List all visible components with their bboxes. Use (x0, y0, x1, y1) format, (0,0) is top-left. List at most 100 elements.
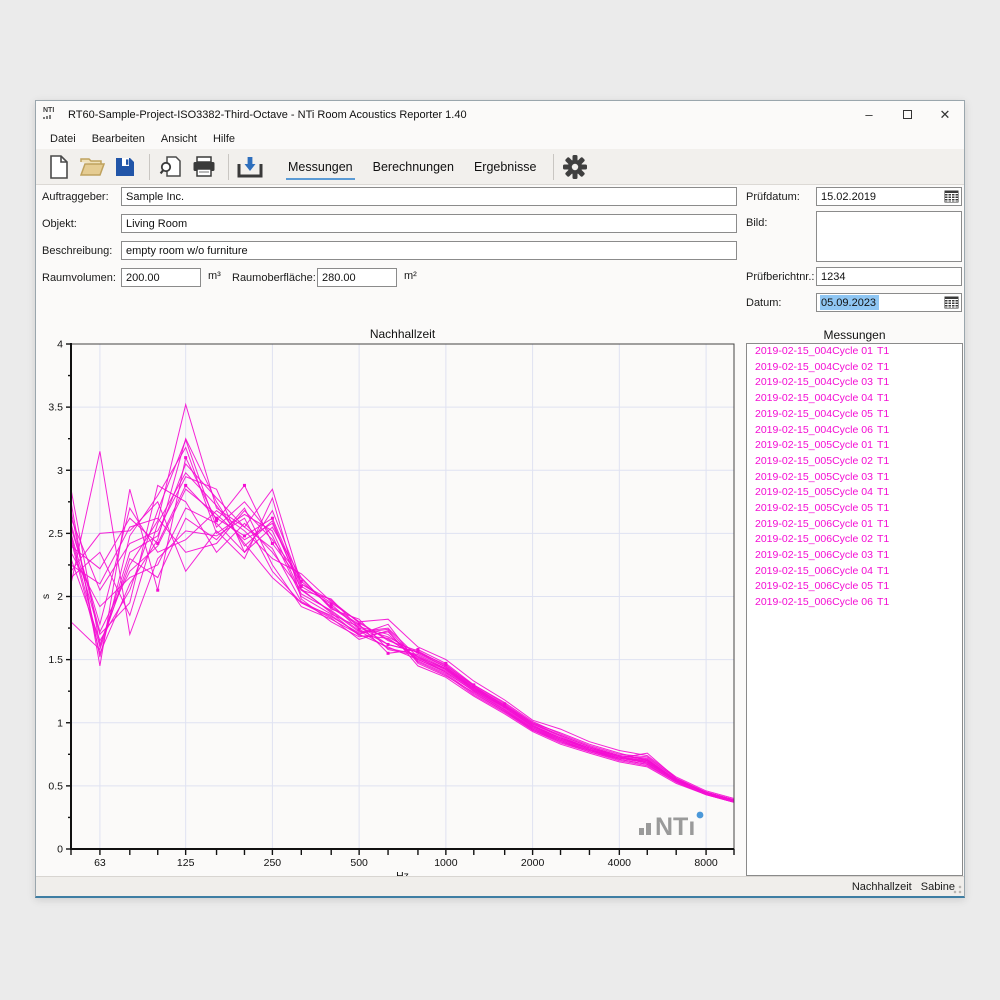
raumoberflaeche-label: Raumoberfläche: (232, 269, 316, 287)
measurement-item[interactable]: 2019-02-15_006Cycle 02T1 (747, 532, 962, 548)
rt60-chart[interactable]: Nachhallzeit00.511.522.533.5463125250500… (41, 327, 741, 881)
measurement-name: 2019-02-15_005Cycle 04 (755, 486, 877, 500)
objekt-input[interactable] (121, 214, 737, 233)
new-document-button[interactable] (44, 152, 74, 182)
beschreibung-input[interactable] (121, 241, 737, 260)
measurement-tag: T1 (877, 486, 889, 500)
measurement-name: 2019-02-15_005Cycle 03 (755, 471, 877, 485)
chart-canvas: Nachhallzeit00.511.522.533.5463125250500… (41, 327, 741, 881)
pruefdatum-calendar-button[interactable] (942, 189, 960, 204)
calendar-icon (944, 296, 959, 309)
svg-text:1000: 1000 (434, 857, 458, 869)
measurement-tag: T1 (877, 392, 889, 406)
svg-text:s: s (41, 594, 52, 599)
raumvolumen-input[interactable] (121, 268, 201, 287)
close-button[interactable]: ✕ (926, 101, 964, 128)
measurement-item[interactable]: 2019-02-15_004Cycle 03T1 (747, 375, 962, 391)
open-folder-icon (79, 156, 105, 178)
measurement-name: 2019-02-15_006Cycle 01 (755, 518, 877, 532)
tab-berechnungen[interactable]: Berechnungen (363, 149, 464, 184)
raumoberflaeche-input[interactable] (317, 268, 397, 287)
measurement-tag: T1 (877, 408, 889, 422)
svg-text:250: 250 (264, 857, 282, 869)
svg-text:1: 1 (57, 717, 63, 729)
measurement-name: 2019-02-15_005Cycle 02 (755, 455, 877, 469)
beschreibung-label: Beschreibung: (42, 242, 112, 260)
measurement-item[interactable]: 2019-02-15_005Cycle 03T1 (747, 470, 962, 486)
svg-text:63: 63 (94, 857, 106, 869)
measurement-tag: T1 (877, 565, 889, 579)
measurement-tag: T1 (877, 518, 889, 532)
auftraggeber-label: Auftraggeber: (42, 188, 109, 206)
measurement-item[interactable]: 2019-02-15_006Cycle 01T1 (747, 517, 962, 533)
chart-axis-labels: 00.511.522.533.5463125250500100020004000… (41, 339, 718, 882)
measurement-item[interactable]: 2019-02-15_005Cycle 02T1 (747, 454, 962, 470)
window-title: RT60-Sample-Project-ISO3382-Third-Octave… (68, 109, 467, 121)
measurement-name: 2019-02-15_006Cycle 05 (755, 580, 877, 594)
svg-text:500: 500 (350, 857, 368, 869)
svg-text:2.5: 2.5 (48, 528, 63, 540)
measurement-name: 2019-02-15_006Cycle 06 (755, 596, 877, 610)
datum-input[interactable] (816, 293, 962, 312)
measurement-item[interactable]: 2019-02-15_005Cycle 05T1 (747, 501, 962, 517)
print-button[interactable] (189, 152, 219, 182)
bild-label: Bild: (746, 214, 767, 232)
printer-icon (192, 156, 216, 178)
measurement-item[interactable]: 2019-02-15_004Cycle 05T1 (747, 407, 962, 423)
measurement-item[interactable]: 2019-02-15_006Cycle 03T1 (747, 548, 962, 564)
svg-text:3.5: 3.5 (48, 402, 63, 414)
measurement-item[interactable]: 2019-02-15_004Cycle 01T1 (747, 344, 962, 360)
bild-image-box[interactable] (816, 211, 962, 262)
menu-item-ansicht[interactable]: Ansicht (153, 131, 205, 147)
maximize-button[interactable] (888, 101, 926, 128)
measurement-tag: T1 (877, 455, 889, 469)
measurement-name: 2019-02-15_004Cycle 02 (755, 361, 877, 375)
open-project-button[interactable] (77, 152, 107, 182)
measurement-item[interactable]: 2019-02-15_004Cycle 02T1 (747, 360, 962, 376)
measurement-name: 2019-02-15_004Cycle 04 (755, 392, 877, 406)
tab-ergebnisse[interactable]: Ergebnisse (464, 149, 547, 184)
measurement-item[interactable]: 2019-02-15_004Cycle 06T1 (747, 422, 962, 438)
measurement-name: 2019-02-15_004Cycle 01 (755, 345, 877, 359)
measurement-tag: T1 (877, 345, 889, 359)
measurement-item[interactable]: 2019-02-15_004Cycle 04T1 (747, 391, 962, 407)
menu-item-hilfe[interactable]: Hilfe (205, 131, 243, 147)
svg-text:125: 125 (177, 857, 195, 869)
settings-button[interactable] (560, 152, 590, 182)
measurement-item[interactable]: 2019-02-15_005Cycle 04T1 (747, 485, 962, 501)
pruefdatum-label: Prüfdatum: (746, 188, 800, 206)
minimize-button[interactable]: – (850, 101, 888, 128)
resize-grip[interactable] (950, 882, 962, 894)
chart-ticks (66, 344, 734, 855)
measurement-tag: T1 (877, 533, 889, 547)
measurement-item[interactable]: 2019-02-15_006Cycle 06T1 (747, 595, 962, 611)
import-measurements-button[interactable] (235, 152, 265, 182)
new-document-icon (48, 155, 70, 179)
svg-text:NTı: NTı (655, 813, 695, 841)
measurement-name: 2019-02-15_006Cycle 04 (755, 565, 877, 579)
toolbar: Messungen Berechnungen Ergebnisse (36, 149, 964, 185)
pruefberichtnr-input[interactable] (816, 267, 962, 286)
menu-item-bearbeiten[interactable]: Bearbeiten (84, 131, 153, 147)
app-logo-icon: NTI (43, 107, 63, 123)
raumoberflaeche-unit: m² (404, 267, 417, 285)
measurements-panel-title: Messungen (746, 328, 963, 342)
measurement-name: 2019-02-15_005Cycle 01 (755, 439, 877, 453)
chart-grid (71, 344, 734, 849)
print-preview-button[interactable] (156, 152, 186, 182)
measurements-list[interactable]: 2019-02-15_004Cycle 01T12019-02-15_004Cy… (746, 343, 963, 876)
datum-calendar-button[interactable] (942, 295, 960, 310)
measurement-item[interactable]: 2019-02-15_006Cycle 05T1 (747, 579, 962, 595)
svg-text:8000: 8000 (694, 857, 718, 869)
save-project-button[interactable] (110, 152, 140, 182)
auftraggeber-input[interactable] (121, 187, 737, 206)
menu-item-datei[interactable]: Datei (42, 131, 84, 147)
measurement-item[interactable]: 2019-02-15_005Cycle 01T1 (747, 438, 962, 454)
measurement-name: 2019-02-15_004Cycle 03 (755, 376, 877, 390)
measurement-name: 2019-02-15_005Cycle 05 (755, 502, 877, 516)
tab-messungen[interactable]: Messungen (278, 149, 363, 184)
chart-series (71, 405, 734, 803)
titlebar[interactable]: NTI RT60-Sample-Project-ISO3382-Third-Oc… (36, 101, 964, 128)
measurement-item[interactable]: 2019-02-15_006Cycle 04T1 (747, 564, 962, 580)
pruefdatum-input[interactable] (816, 187, 962, 206)
